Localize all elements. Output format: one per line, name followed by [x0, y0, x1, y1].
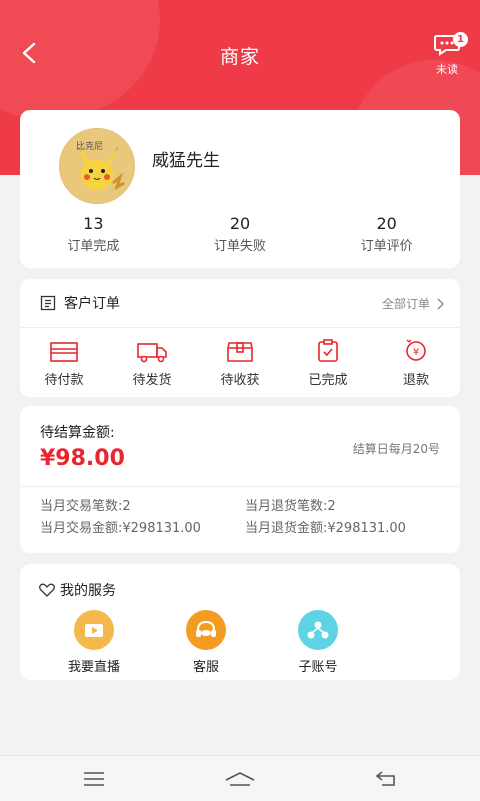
- refund-icon: ¥: [406, 339, 426, 361]
- order-status-list: 待付款 待发货 待收获 已完成 ¥ 退款: [20, 337, 460, 388]
- services-list: 我要直播 客服 子账号: [38, 610, 374, 675]
- my-services-header: 我的服务: [39, 580, 116, 600]
- stat-order-reviews[interactable]: 20 订单评价: [313, 214, 460, 254]
- avatar[interactable]: 比克尼: [59, 128, 135, 204]
- all-orders-link[interactable]: 全部订单: [382, 295, 444, 312]
- service-sub-account[interactable]: 子账号: [262, 610, 374, 675]
- stat-label: 订单失败: [214, 239, 267, 254]
- stat-orders-completed[interactable]: 13 订单完成: [20, 214, 167, 254]
- customer-orders-card: 客户订单 全部订单 待付款 待发货 待收获 已完成 ¥ 退款: [20, 279, 460, 397]
- all-orders-label: 全部订单: [381, 297, 430, 311]
- profile-card: 比克尼 威猛先生 13 订单完成 20 订单失败 20 订单评价: [20, 110, 460, 268]
- unread-label: 未读: [436, 63, 458, 76]
- order-status-label: 已完成: [308, 373, 348, 388]
- document-icon: [40, 295, 56, 311]
- profile-name: 威猛先生: [152, 151, 220, 171]
- settlement-amount: ¥98.00: [40, 446, 125, 471]
- order-pending-shipment[interactable]: 待发货: [108, 337, 196, 388]
- order-status-label: 待收获: [220, 373, 260, 388]
- stat-orders-failed[interactable]: 20 订单失败: [167, 214, 314, 254]
- my-services-card: 我的服务 我要直播 客服 子账号: [20, 564, 460, 680]
- live-icon: [74, 610, 114, 650]
- back-nav-button[interactable]: [366, 766, 406, 792]
- order-pending-payment[interactable]: 待付款: [20, 337, 108, 388]
- service-label: 我要直播: [67, 660, 120, 675]
- stat-label: 订单完成: [67, 239, 120, 254]
- settlement-card: 待结算金额: ¥98.00 结算日每月20号 当月交易笔数:2 当月退货笔数:2…: [20, 406, 460, 553]
- month-return-count: 当月退货笔数:2: [245, 499, 336, 514]
- order-refund[interactable]: ¥ 退款: [372, 337, 460, 388]
- my-services-title: 我的服务: [60, 583, 116, 599]
- order-completed[interactable]: 已完成: [284, 337, 372, 388]
- card-icon: [50, 342, 78, 362]
- sub-account-icon: [298, 610, 338, 650]
- settlement-label: 待结算金额:: [40, 425, 115, 441]
- service-customer-support[interactable]: 客服: [150, 610, 262, 675]
- home-button[interactable]: [220, 766, 260, 792]
- menu-icon: [84, 772, 104, 786]
- order-status-label: 待发货: [132, 373, 172, 388]
- heart-icon: [39, 583, 55, 597]
- unread-messages-button[interactable]: 1 未读: [430, 32, 468, 77]
- month-return-amount: 当月退货金额:¥298131.00: [245, 521, 406, 536]
- truck-icon: [137, 343, 167, 363]
- order-status-label: 退款: [402, 373, 429, 388]
- return-icon: [375, 771, 395, 786]
- stat-value: 20: [229, 214, 251, 233]
- monthly-stats: 当月交易笔数:2 当月退货笔数:2 当月交易金额:¥298131.00 当月退货…: [40, 496, 450, 540]
- system-navigation-bar: [0, 755, 480, 801]
- box-icon: [227, 342, 253, 362]
- divider: [20, 486, 460, 487]
- page-title: 商家: [219, 46, 260, 68]
- home-icon: [225, 772, 255, 786]
- menu-button[interactable]: [74, 766, 114, 792]
- unread-badge: 1: [453, 32, 468, 47]
- order-pending-receipt[interactable]: 待收获: [196, 337, 284, 388]
- headset-icon: [186, 610, 226, 650]
- clipboard-icon: [318, 339, 338, 362]
- stat-label: 订单评价: [360, 239, 413, 254]
- month-trade-count: 当月交易笔数:2: [40, 499, 131, 514]
- service-live-stream[interactable]: 我要直播: [38, 610, 150, 675]
- profile-stats: 13 订单完成 20 订单失败 20 订单评价: [20, 214, 460, 254]
- order-status-label: 待付款: [44, 373, 84, 388]
- stat-value: 13: [83, 214, 104, 233]
- chevron-right-icon: [437, 298, 444, 309]
- customer-orders-title: 客户订单: [64, 296, 120, 312]
- stat-value: 20: [376, 214, 397, 233]
- service-label: 客服: [192, 660, 219, 675]
- service-label: 子账号: [298, 660, 338, 675]
- settlement-day: 结算日每月20号: [352, 442, 440, 456]
- svg-text:¥: ¥: [413, 347, 419, 358]
- month-trade-amount: 当月交易金额:¥298131.00: [40, 521, 201, 536]
